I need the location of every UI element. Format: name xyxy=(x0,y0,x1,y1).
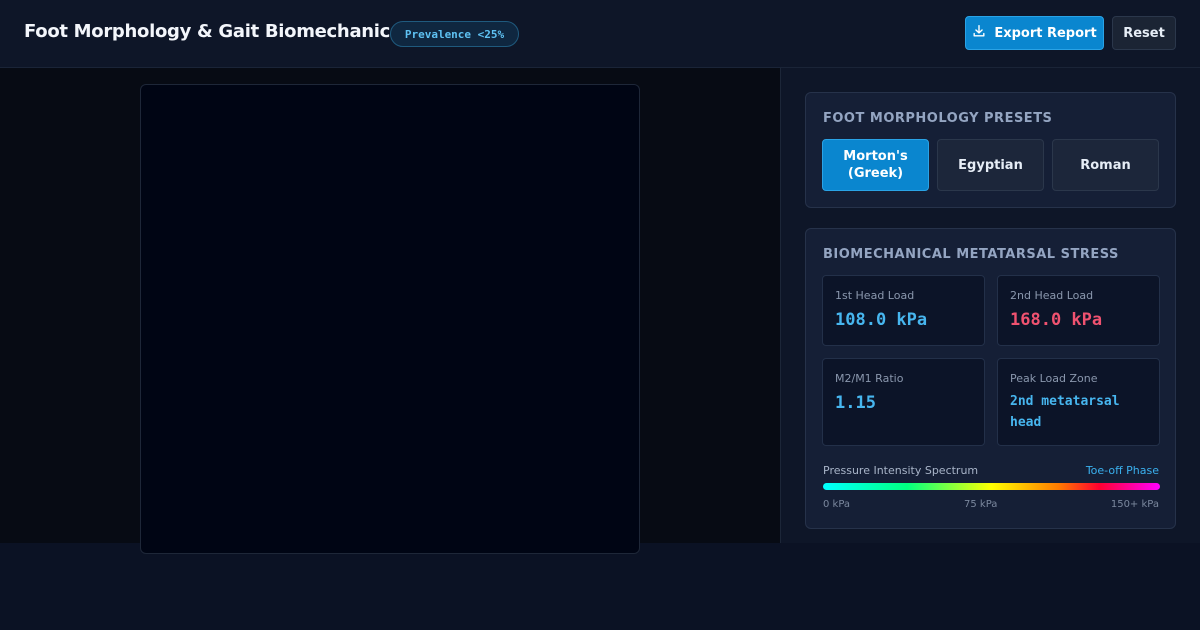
spectrum-label: Pressure Intensity Spectrum xyxy=(823,464,979,477)
m2-m1-ratio-card: M2/M1 Ratio 1.15 xyxy=(822,358,985,446)
download-icon xyxy=(972,24,986,42)
spectrum-tick-max: 150+ kPa xyxy=(1110,499,1159,510)
metric-label: M2/M1 Ratio xyxy=(835,372,904,385)
presets-title: FOOT MORPHOLOGY PRESETS xyxy=(823,111,1053,126)
visualization-pane xyxy=(0,68,780,554)
pressure-spectrum-bar xyxy=(823,483,1160,490)
foot-canvas[interactable] xyxy=(140,84,640,554)
metric-label: 1st Head Load xyxy=(835,289,915,302)
metric-label: Peak Load Zone xyxy=(1010,372,1098,385)
stress-panel: BIOMECHANICAL METATARSAL STRESS 1st Head… xyxy=(805,228,1176,529)
gait-phase-label: Toe-off Phase xyxy=(1085,464,1159,477)
peak-load-zone-value: 2nd metatarsal head xyxy=(1010,394,1120,430)
app-title: Foot Morphology & Gait Biomechanics xyxy=(24,21,401,42)
second-head-load-value: 168.0 kPa xyxy=(1010,310,1103,330)
spectrum-tick-mid: 75 kPa xyxy=(964,499,998,510)
stress-title: BIOMECHANICAL METATARSAL STRESS xyxy=(823,247,1119,262)
preset-egyptian-button[interactable]: Egyptian xyxy=(937,139,1044,191)
peak-load-zone-card: Peak Load Zone 2nd metatarsal head xyxy=(997,358,1160,446)
metric-label: 2nd Head Load xyxy=(1010,289,1094,302)
spectrum-tick-min: 0 kPa xyxy=(823,499,851,510)
presets-panel: FOOT MORPHOLOGY PRESETS Morton's (Greek)… xyxy=(805,92,1176,208)
preset-roman-button[interactable]: Roman xyxy=(1052,139,1159,191)
preset-morton-button[interactable]: Morton's (Greek) xyxy=(822,139,929,191)
m2-m1-ratio-value: 1.15 xyxy=(835,393,876,413)
export-report-button[interactable]: Export Report xyxy=(965,16,1104,50)
reset-button[interactable]: Reset xyxy=(1112,16,1176,50)
first-head-load-value: 108.0 kPa xyxy=(835,310,928,330)
second-head-load-card: 2nd Head Load 168.0 kPa xyxy=(997,275,1160,346)
export-report-label: Export Report xyxy=(994,25,1097,41)
prevalence-badge: Prevalence <25% xyxy=(390,21,519,47)
first-head-load-card: 1st Head Load 108.0 kPa xyxy=(822,275,985,346)
